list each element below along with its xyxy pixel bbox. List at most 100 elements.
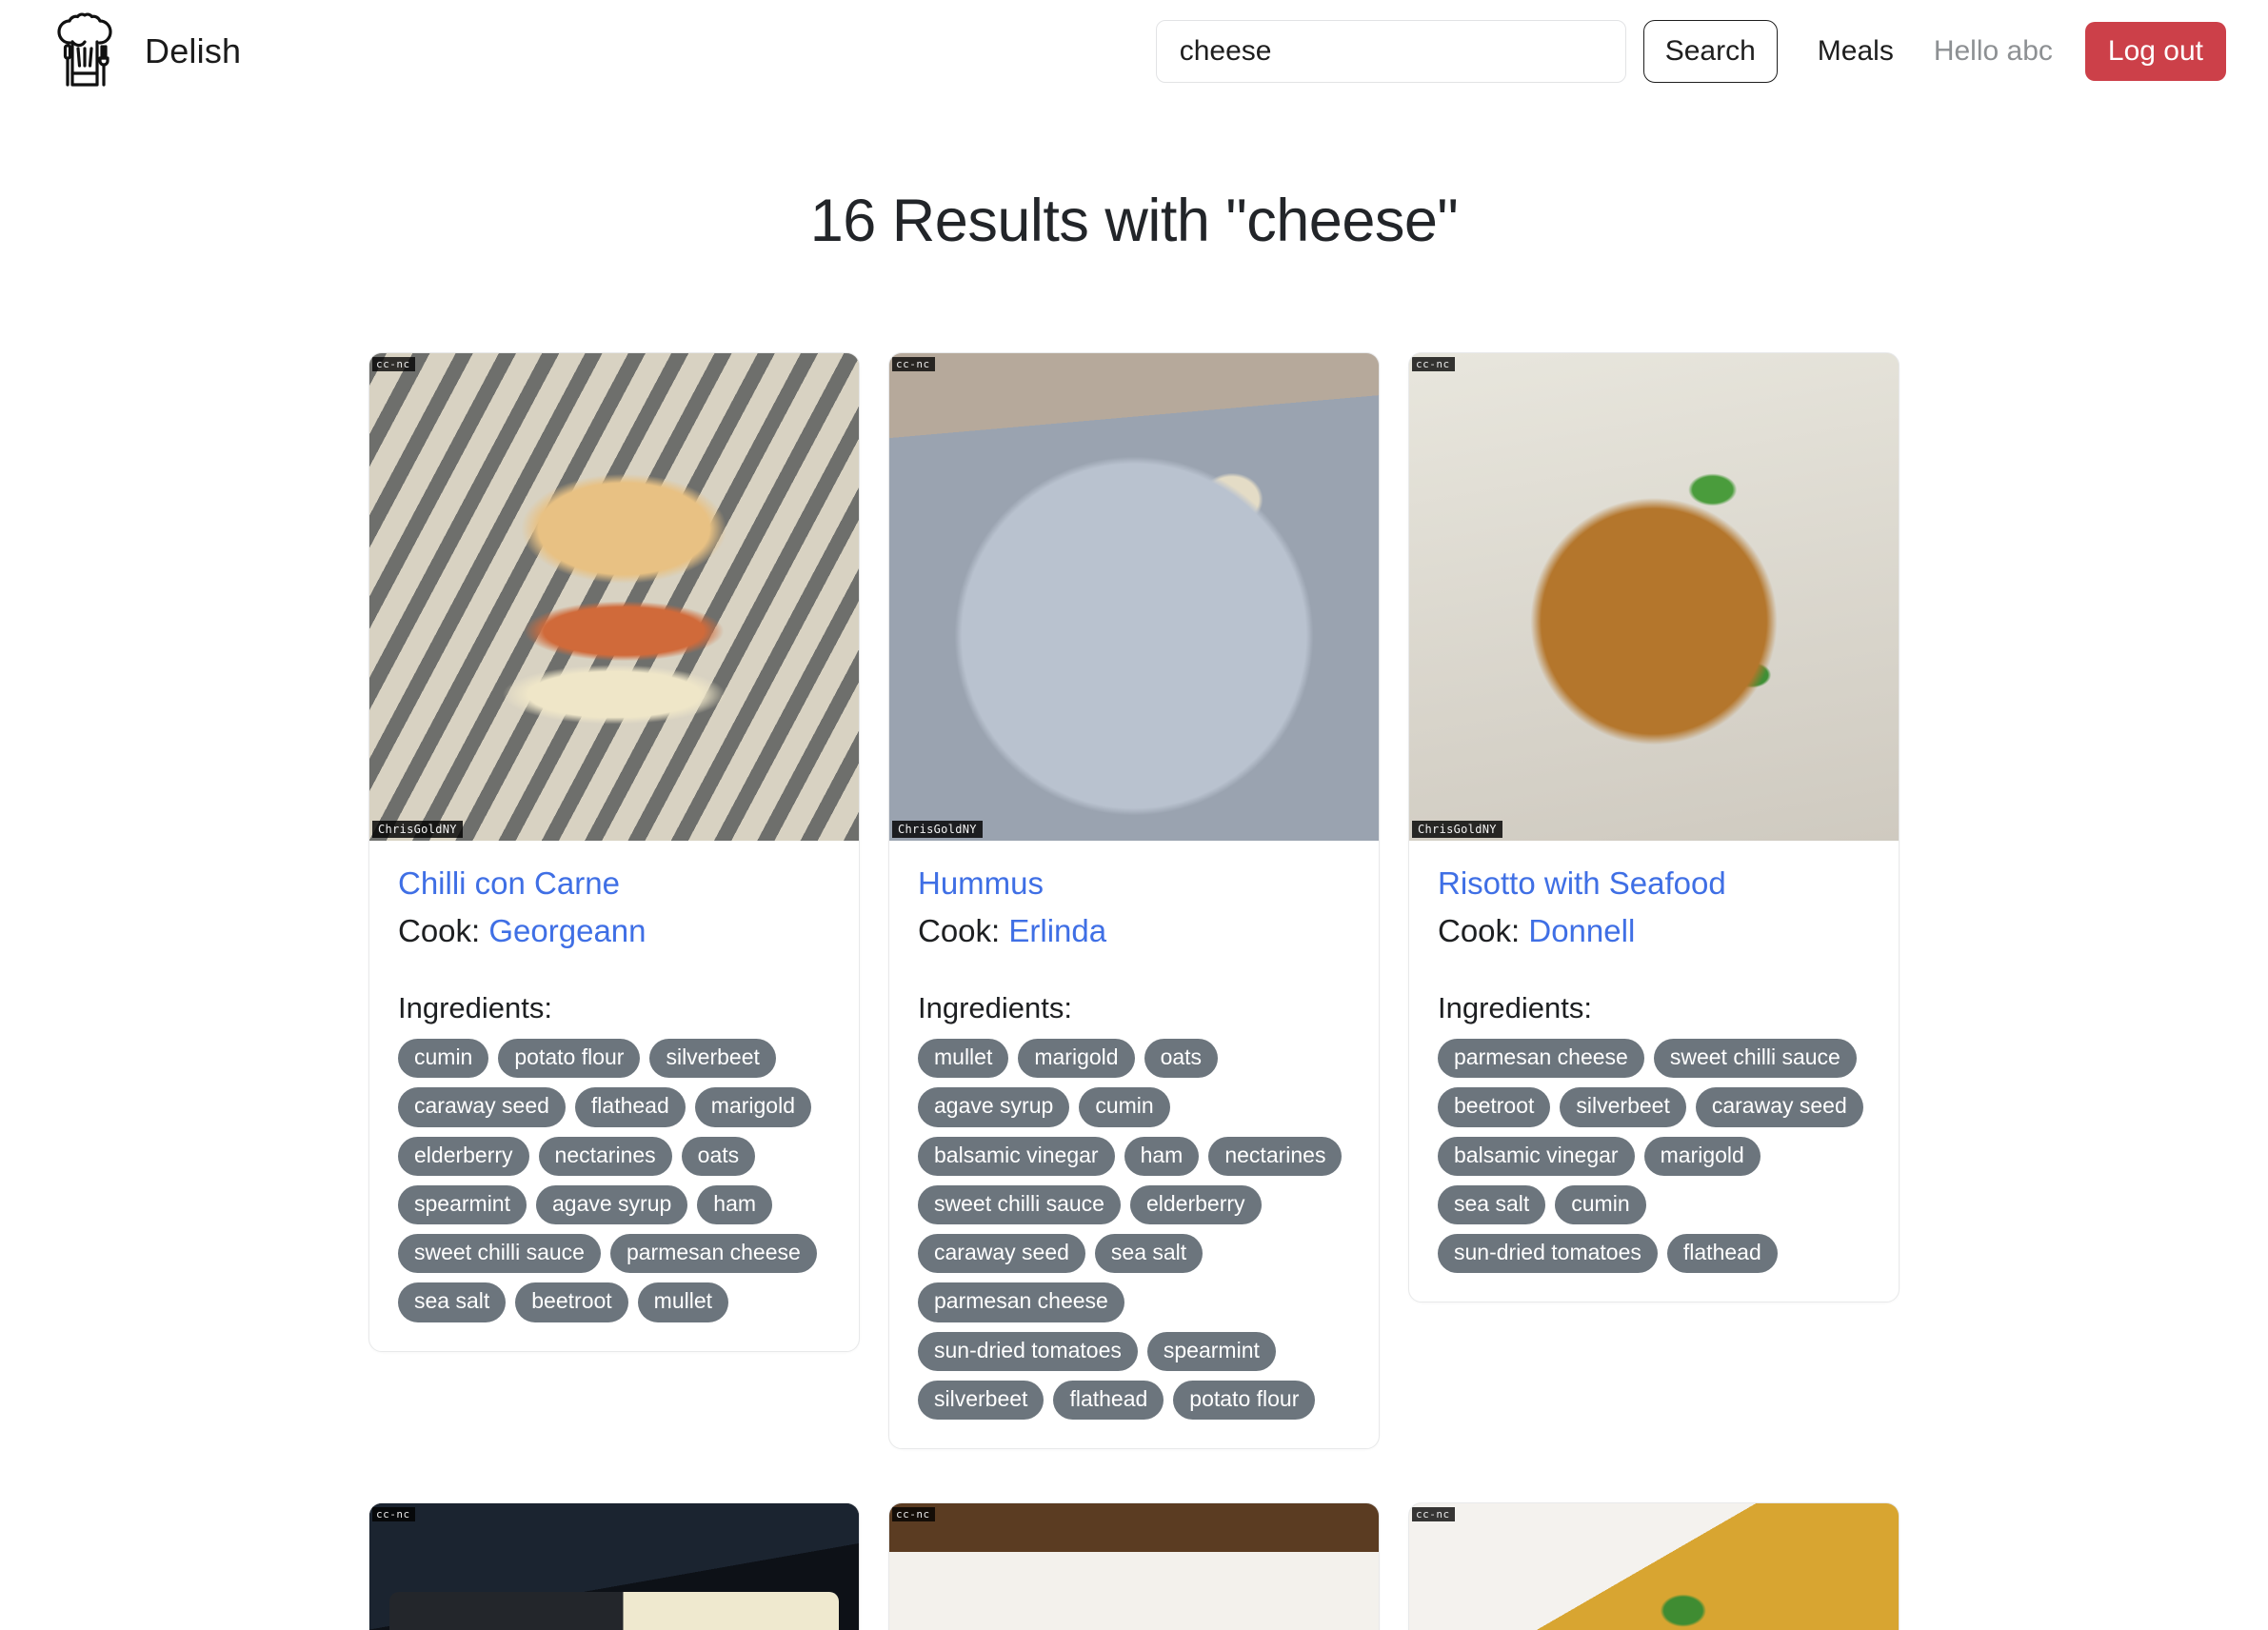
- recipe-photo[interactable]: cc-nc ChrisGoldNY: [369, 353, 859, 841]
- ingredient-tag: sea salt: [1438, 1184, 1546, 1225]
- cook-name-link[interactable]: Erlinda: [1008, 913, 1106, 948]
- recipe-title-link[interactable]: Hummus: [918, 865, 1350, 902]
- recipe-photo[interactable]: cc-nc: [369, 1503, 859, 1630]
- ingredient-tag: balsamic vinegar: [1438, 1136, 1635, 1176]
- ingredient-tag: potato flour: [1173, 1381, 1316, 1421]
- ingredient-tag: cumin: [1079, 1087, 1170, 1127]
- recipe-title-link[interactable]: Risotto with Seafood: [1438, 865, 1870, 902]
- recipe-photo[interactable]: cc-nc: [889, 1503, 1379, 1630]
- ingredient-tag: caraway seed: [398, 1087, 566, 1127]
- recipe-card-body: Chilli con Carne Cook: Georgeann Ingredien…: [369, 841, 859, 1351]
- ingredient-tag: sweet chilli sauce: [1653, 1039, 1857, 1079]
- recipe-cook-line: Cook: Georgeann: [398, 913, 830, 949]
- ingredient-tag-list: cumin potato flour silverbeet caraway seed f…: [398, 1039, 830, 1322]
- ingredient-tag: parmesan cheese: [918, 1282, 1124, 1322]
- creative-commons-watermark: cc-nc: [1412, 1507, 1455, 1522]
- photo-author-watermark: ChrisGoldNY: [892, 821, 983, 838]
- recipe-cook-line: Cook: Donnell: [1438, 913, 1870, 949]
- recipe-photo[interactable]: cc-nc: [1409, 1503, 1899, 1630]
- creative-commons-watermark: cc-nc: [892, 1507, 935, 1522]
- creative-commons-watermark: cc-nc: [892, 357, 935, 371]
- recipe-photo-image: [889, 353, 1379, 841]
- brand-logo-link[interactable]: Delish: [50, 12, 241, 90]
- ingredient-tag: oats: [1144, 1039, 1219, 1079]
- ingredient-tag: sweet chilli sauce: [918, 1184, 1121, 1225]
- ingredient-tag: nectarines: [538, 1136, 672, 1176]
- ingredient-tag: marigold: [1643, 1136, 1761, 1176]
- recipe-card[interactable]: cc-nc: [888, 1502, 1380, 1630]
- chef-hat-with-spoon-and-fork-icon: [57, 12, 112, 87]
- page-title: 16 Results with "cheese": [809, 188, 1459, 254]
- ingredient-tag: elderberry: [398, 1136, 529, 1176]
- recipe-photo-image: [369, 1503, 859, 1630]
- ingredient-tag: flathead: [1666, 1234, 1778, 1274]
- ingredient-tag: elderberry: [1129, 1184, 1262, 1225]
- ingredient-tag: sun-dried tomatoes: [918, 1331, 1138, 1372]
- recipe-photo[interactable]: cc-nc ChrisGoldNY: [889, 353, 1379, 841]
- ingredient-tag: silverbeet: [918, 1381, 1044, 1421]
- cook-name-link[interactable]: Georgeann: [488, 913, 646, 948]
- cook-label: Cook:: [398, 913, 489, 948]
- ingredient-tag: sea salt: [398, 1282, 507, 1322]
- ingredient-tag-list: parmesan cheese sweet chilli sauce beetroo…: [1438, 1039, 1870, 1274]
- ingredient-tag: oats: [681, 1136, 756, 1176]
- ingredient-tag: balsamic vinegar: [918, 1136, 1115, 1176]
- top-navbar: Delish Search Meals Hello abc Log out: [0, 0, 2268, 103]
- ingredient-tag: marigold: [1018, 1039, 1135, 1079]
- ingredients-label: Ingredients:: [918, 991, 1072, 1024]
- ingredient-tag: parmesan cheese: [1438, 1039, 1644, 1079]
- ingredient-tag: agave syrup: [918, 1087, 1070, 1127]
- brand-name: Delish: [145, 31, 242, 70]
- creative-commons-watermark: cc-nc: [1412, 357, 1455, 371]
- navbar-right-group: Search Meals Hello abc Log out: [1155, 0, 2226, 103]
- recipe-card-body: Hummus Cook: Erlinda Ingredients: mullet mar…: [889, 841, 1379, 1448]
- ingredient-tag: sweet chilli sauce: [398, 1234, 601, 1274]
- recipe-card[interactable]: cc-nc: [1408, 1502, 1900, 1630]
- recipe-photo-image: [1409, 1503, 1899, 1630]
- recipe-title-link[interactable]: Chilli con Carne: [398, 865, 830, 902]
- ingredient-tag: silverbeet: [1560, 1087, 1686, 1127]
- ingredients-label: Ingredients:: [1438, 991, 1592, 1024]
- ingredient-tag: marigold: [694, 1087, 811, 1127]
- ingredient-tag: nectarines: [1208, 1136, 1343, 1176]
- search-button[interactable]: Search: [1642, 20, 1778, 83]
- ingredient-tag: mullet: [918, 1039, 1009, 1079]
- recipe-photo-image: [369, 353, 859, 841]
- ingredient-tag: ham: [697, 1184, 773, 1225]
- recipe-card[interactable]: cc-nc ChrisGoldNY Chilli con Carne Cook: Ge…: [368, 352, 860, 1352]
- nav-item-meals[interactable]: Meals: [1818, 35, 1894, 68]
- recipe-card-body: Risotto with Seafood Cook: Donnell Ingredi…: [1409, 841, 1899, 1302]
- ingredient-tag: sun-dried tomatoes: [1438, 1234, 1658, 1274]
- ingredient-tag: spearmint: [1146, 1331, 1276, 1372]
- ingredient-tag: spearmint: [398, 1184, 527, 1225]
- recipe-photo-image: [1409, 353, 1899, 841]
- ingredient-tag: cumin: [398, 1039, 489, 1079]
- cook-name-link[interactable]: Donnell: [1528, 913, 1635, 948]
- ingredient-tag: sea salt: [1094, 1234, 1204, 1274]
- ingredient-tag: potato flour: [498, 1039, 641, 1079]
- recipe-card[interactable]: cc-nc ChrisGoldNY Hummus Cook: Erlinda Ingre…: [888, 352, 1380, 1450]
- ingredient-tag: flathead: [1053, 1381, 1164, 1421]
- search-results-grid: cc-nc ChrisGoldNY Chilli con Carne Cook: Ge…: [368, 352, 1900, 1630]
- ingredients-label: Ingredients:: [398, 991, 552, 1024]
- cook-label: Cook:: [1438, 913, 1529, 948]
- ingredient-tag: flathead: [574, 1087, 686, 1127]
- recipe-cook-line: Cook: Erlinda: [918, 913, 1350, 949]
- creative-commons-watermark: cc-nc: [372, 1507, 415, 1522]
- ingredient-tag: ham: [1124, 1136, 1200, 1176]
- recipe-card[interactable]: cc-nc ChrisGoldNY Risotto with Seafood Cook…: [1408, 352, 1900, 1303]
- creative-commons-watermark: cc-nc: [372, 357, 415, 371]
- recipe-photo[interactable]: cc-nc ChrisGoldNY: [1409, 353, 1899, 841]
- ingredient-tag: caraway seed: [1695, 1087, 1863, 1127]
- ingredient-tag: beetroot: [1438, 1087, 1551, 1127]
- logout-button[interactable]: Log out: [2084, 22, 2226, 81]
- ingredient-tag: silverbeet: [649, 1039, 776, 1079]
- ingredient-tag: beetroot: [515, 1282, 628, 1322]
- cook-label: Cook:: [918, 913, 1009, 948]
- ingredient-tag: agave syrup: [535, 1184, 688, 1225]
- ingredient-tag: mullet: [637, 1282, 729, 1322]
- recipe-card[interactable]: cc-nc: [368, 1502, 860, 1630]
- photo-author-watermark: ChrisGoldNY: [1412, 821, 1502, 838]
- search-input[interactable]: [1155, 20, 1626, 83]
- ingredient-tag: parmesan cheese: [609, 1234, 817, 1274]
